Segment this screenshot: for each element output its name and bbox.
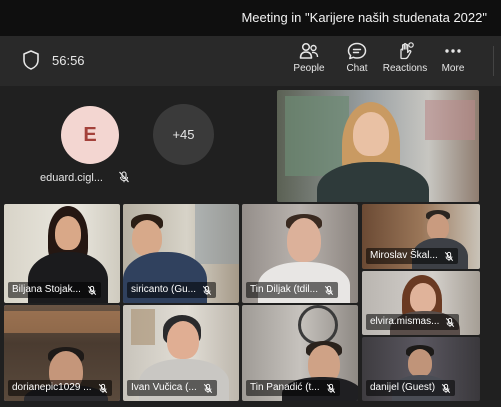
mic-off-icon (326, 383, 335, 393)
participant-tile[interactable]: elvira.mismas... (362, 271, 480, 335)
participant-nametag: dorianepic1029 ... (8, 380, 112, 396)
participant-nametag: danijel (Guest) (366, 380, 456, 396)
more-label: More (441, 63, 465, 74)
mic-off-icon (202, 285, 212, 295)
participant-nametag: Tin Panadić (t... (246, 380, 340, 396)
more-button[interactable]: More (426, 42, 480, 82)
participant-name: Tin Diljak (tdil... (250, 284, 318, 295)
mic-off-icon (446, 317, 455, 327)
mic-off-icon (87, 285, 97, 295)
more-icon (445, 49, 461, 53)
participant-nametag: Miroslav Škal... (366, 248, 458, 264)
participant-tile[interactable]: siricanto (Gu... (123, 204, 239, 303)
reactions-label: Reactions (382, 63, 428, 74)
participant-tile[interactable]: Tin Diljak (tdil... (242, 204, 358, 303)
participant-tile[interactable]: Tin Panadić (t... (242, 305, 358, 401)
participant-name: siricanto (Gu... (131, 284, 197, 295)
participant-nametag: Tin Diljak (tdil... (246, 282, 338, 298)
people-button[interactable]: People (282, 42, 336, 82)
meeting-title: Meeting in "Karijere naših studenata 202… (241, 10, 487, 25)
participant-nametag: elvira.mismas... (366, 314, 460, 330)
participant-tile[interactable]: Biljana Stojak... (4, 204, 120, 303)
shield-icon[interactable] (22, 50, 40, 70)
mic-off-icon (441, 383, 451, 393)
reactions-button[interactable]: Reactions (378, 42, 432, 82)
meeting-toolbar: 56:56 People Chat Reactions More (0, 36, 501, 88)
mic-off-icon (119, 171, 129, 183)
toolbar-divider (493, 46, 494, 76)
chat-button[interactable]: Chat (330, 42, 384, 88)
participant-name: dorianepic1029 ... (12, 382, 92, 393)
mic-off-icon (324, 285, 334, 295)
more-participants-button[interactable]: +45 (153, 104, 214, 165)
meeting-timer: 56:56 (52, 53, 85, 68)
featured-video-tile[interactable] (277, 90, 479, 202)
participant-name: elvira.mismas... (370, 316, 440, 327)
participant-tile[interactable]: Miroslav Škal... (362, 204, 480, 269)
participant-tile[interactable]: danijel (Guest) (362, 337, 480, 401)
participant-nametag: Ivan Vučica (... (127, 380, 217, 396)
mic-off-icon (444, 251, 453, 261)
mic-off-icon (203, 383, 212, 393)
participant-nametag: siricanto (Gu... (127, 282, 217, 298)
participant-name: Ivan Vučica (... (131, 382, 197, 393)
avatar-name: eduard.cigl... (40, 172, 103, 184)
participant-name: Tin Panadić (t... (250, 382, 320, 393)
mic-off-icon (98, 383, 107, 393)
participant-tile-selected[interactable]: dorianepic1029 ... (4, 305, 120, 401)
participant-tile[interactable]: Ivan Vučica (... (123, 305, 239, 401)
participant-name: Miroslav Škal... (370, 250, 438, 261)
chat-label: Chat (346, 63, 368, 74)
participant-name: danijel (Guest) (370, 382, 436, 393)
participant-nametag: Biljana Stojak... (8, 282, 101, 298)
people-label: People (293, 63, 325, 74)
chat-icon (347, 42, 367, 60)
reactions-icon (400, 42, 414, 60)
people-icon (299, 42, 319, 59)
participant-name: Biljana Stojak... (12, 284, 81, 295)
title-bar: Meeting in "Karijere naših studenata 202… (0, 0, 501, 36)
avatar[interactable]: E (61, 106, 119, 164)
